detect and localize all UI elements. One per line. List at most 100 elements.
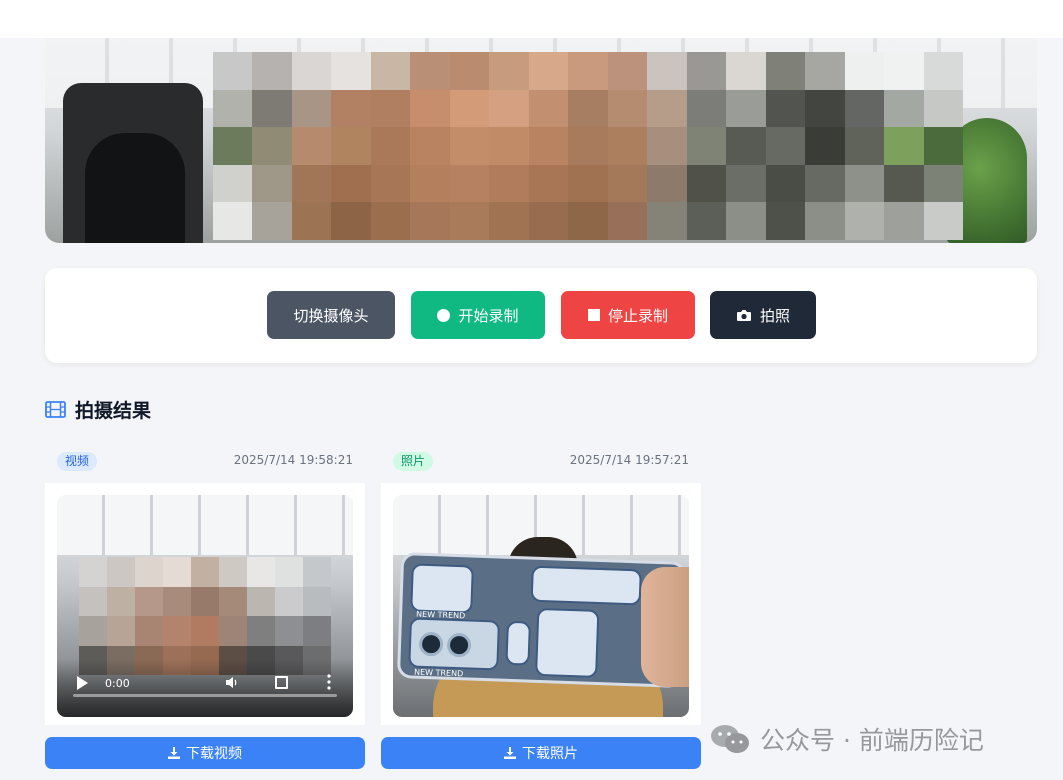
card-header: 视频 2025/7/14 19:58:21 (45, 445, 365, 477)
mosaic-tile (489, 202, 529, 240)
timestamp: 2025/7/14 19:57:21 (569, 453, 689, 467)
camera-preview (45, 38, 1037, 243)
download-photo-label: 下载照片 (522, 746, 578, 762)
mosaic-tile (291, 89, 332, 128)
mosaic-tile (607, 127, 648, 165)
video-progress-bar[interactable] (73, 694, 337, 697)
mosaic-tile (191, 586, 219, 616)
mosaic-tile (923, 127, 963, 165)
mosaic-tile (303, 586, 331, 616)
download-video-button[interactable]: 下载视频 (45, 737, 365, 769)
mosaic-tile (331, 127, 371, 165)
mosaic-tile (247, 586, 275, 616)
mosaic-tile (252, 89, 292, 128)
switch-camera-label: 切换摄像头 (293, 306, 369, 325)
mosaic-tile (568, 127, 608, 165)
mosaic-tile (489, 164, 529, 203)
mosaic-tile (163, 586, 191, 616)
mosaic-tile (884, 202, 924, 240)
volume-icon[interactable] (225, 676, 239, 689)
mosaic-tile (647, 127, 687, 165)
mosaic-tile (213, 164, 253, 203)
mosaic-tile (726, 164, 766, 203)
mosaic-tile (805, 89, 845, 128)
mosaic-tile (923, 52, 963, 90)
video-controls: 0:00 (57, 659, 353, 717)
mosaic-tile (252, 164, 292, 203)
more-options-icon[interactable] (327, 674, 331, 690)
top-bar (0, 0, 1063, 38)
mosaic-tile (275, 557, 303, 587)
mosaic-tile (410, 164, 450, 203)
fullscreen-icon[interactable] (275, 676, 288, 689)
stop-recording-button[interactable]: 停止录制 (561, 291, 695, 339)
video-ceiling (57, 495, 353, 555)
mosaic-tile (213, 89, 253, 128)
mosaic-tile (370, 89, 411, 128)
mosaic-tile (219, 586, 247, 616)
mosaic-tile (449, 164, 490, 203)
photo-scene: NEW TREND NEW TREND (393, 495, 689, 717)
mosaic-tile (191, 616, 219, 646)
mosaic-tile (252, 202, 292, 240)
mosaic-tile (568, 52, 608, 90)
mosaic-tile (805, 202, 845, 240)
photo-hand (641, 567, 689, 687)
mosaic-tile (163, 616, 191, 646)
stop-square-icon (587, 309, 600, 321)
mosaic-tile (410, 52, 450, 90)
video-pixelated-face (79, 557, 331, 675)
result-card-video: 视频 2025/7/14 19:58:21 0:00 下载视频 (45, 445, 365, 780)
mosaic-tile (275, 616, 303, 646)
record-dot-icon (437, 308, 451, 322)
mosaic-tile (489, 127, 529, 165)
mosaic-tile (647, 164, 687, 203)
mosaic-tile (686, 164, 727, 203)
play-icon[interactable] (77, 676, 88, 690)
mosaic-tile (568, 202, 608, 240)
mosaic-tile (805, 164, 845, 203)
download-video-label: 下载视频 (186, 746, 242, 762)
mosaic-tile (219, 616, 247, 646)
mosaic-tile (107, 557, 135, 587)
mosaic-tile (726, 127, 766, 165)
download-photo-button[interactable]: 下载照片 (381, 737, 701, 769)
photo-image: NEW TREND NEW TREND (393, 495, 689, 717)
start-recording-button[interactable]: 开始录制 (411, 291, 545, 339)
mosaic-tile (844, 127, 885, 165)
case-sticker-cat (410, 563, 474, 614)
mosaic-tile (135, 586, 163, 616)
video-time: 0:00 (105, 677, 130, 690)
stop-recording-label: 停止录制 (607, 306, 668, 325)
take-photo-label: 拍照 (759, 306, 790, 325)
mosaic-tile (607, 89, 648, 128)
mosaic-tile (79, 586, 107, 616)
video-player[interactable]: 0:00 (57, 495, 353, 717)
switch-camera-button[interactable]: 切换摄像头 (267, 291, 395, 339)
mosaic-tile (765, 202, 806, 240)
mosaic-tile (135, 557, 163, 587)
mosaic-tile (163, 557, 191, 587)
mosaic-tile (107, 586, 135, 616)
mosaic-tile (686, 89, 727, 128)
mosaic-tile (805, 52, 845, 90)
mosaic-tile (726, 89, 766, 128)
mosaic-tile (291, 164, 332, 203)
wechat-icon (711, 725, 749, 753)
mosaic-tile (331, 52, 371, 90)
mosaic-tile (331, 202, 371, 240)
take-photo-button[interactable]: 拍照 (710, 291, 816, 339)
mosaic-tile (370, 164, 411, 203)
mosaic-tile (528, 89, 569, 128)
case-camera-module (408, 617, 500, 671)
mosaic-tile (449, 52, 490, 90)
camera-lens-icon (418, 631, 444, 657)
mosaic-tile (213, 127, 253, 165)
mosaic-tile (331, 164, 371, 203)
download-icon (504, 747, 516, 759)
case-text: NEW TREND (415, 609, 466, 621)
mosaic-tile (291, 202, 332, 240)
mosaic-tile (213, 202, 253, 240)
watermark-text: 公众号 · 前端历险记 (760, 726, 984, 755)
mosaic-tile (765, 89, 806, 128)
